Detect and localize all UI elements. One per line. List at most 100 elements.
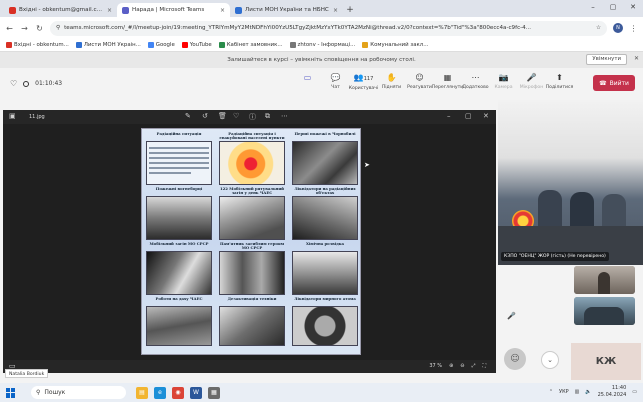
tab-mon[interactable]: Листи МОН України та НБНС × (230, 3, 343, 17)
chevron-up-icon[interactable]: ⌃ (549, 389, 553, 395)
tab-gmail[interactable]: Вхідні - obkentum@gmail.com × (4, 3, 117, 17)
react-button[interactable]: ☺ Реагувати (407, 73, 432, 91)
participant-video[interactable]: КЗПО "ОЕНЦ" ЖОР (гість) (Не перевірено) (498, 100, 643, 265)
maximize-icon[interactable]: ▢ (603, 0, 623, 15)
profile-avatar[interactable]: N (613, 23, 623, 33)
word-icon[interactable]: W (190, 386, 202, 399)
camera-button[interactable]: 📷 Камера (492, 73, 515, 91)
zoom-out-icon[interactable]: ⊖ (460, 363, 464, 369)
favorite-icon[interactable]: ♡ (233, 112, 239, 120)
enable-notifications-button[interactable]: Увімкнути (586, 54, 627, 65)
raise-hand-button[interactable]: ✋ Підняти (380, 73, 403, 91)
fit-icon[interactable]: ⤢ (471, 363, 475, 369)
windows-start-icon[interactable] (6, 387, 16, 398)
image-viewer-statusbar: ▭ 37 % ⊕ ⊖ ⤢ ⛶ (3, 360, 496, 373)
notifications-icon[interactable]: ▭ (632, 389, 637, 395)
photo (292, 196, 358, 240)
bookmark-item[interactable]: Кабінет замовник... (218, 42, 283, 48)
maximize-icon[interactable]: ▢ (465, 112, 472, 120)
url-text: teams.microsoft.com/_#/l/meetup-join/19:… (64, 25, 532, 31)
photo (219, 251, 285, 295)
file-explorer-icon[interactable]: ▤ (136, 386, 148, 399)
people-button[interactable]: 👥117 Користувачі (349, 73, 378, 91)
tab-teams[interactable]: Нарада | Microsoft Teams × (117, 3, 230, 17)
delete-icon[interactable]: 🗑 (218, 112, 227, 120)
address-bar[interactable]: ⚲ teams.microsoft.com/_#/l/meetup-join/1… (50, 20, 607, 36)
photo (292, 251, 358, 295)
photo (219, 306, 285, 346)
new-tab-button[interactable]: + (343, 3, 357, 17)
close-tab-icon[interactable]: × (333, 7, 338, 14)
close-icon[interactable]: ✕ (483, 112, 489, 120)
search-icon: ⚲ (36, 389, 41, 396)
notification-text: Залишайтеся в курсі – увімкніть сповіщен… (227, 57, 416, 63)
menu-icon[interactable]: ⋮ (629, 24, 638, 33)
copy-icon[interactable]: ⧉ (265, 112, 270, 121)
mic-off-icon: 🎤 (526, 73, 537, 82)
mic-button[interactable]: 🎤 Мікрофон (520, 73, 543, 91)
participant-initials-tile[interactable]: КЖ (571, 343, 641, 380)
grid-icon: ▦ (443, 73, 452, 82)
mic-muted-icon: 🎤 (507, 312, 516, 320)
person-figure (538, 190, 562, 226)
edge-icon[interactable]: e (154, 386, 166, 399)
avatar[interactable]: ☺ (504, 348, 526, 370)
more-icon[interactable]: ⋯ (281, 112, 288, 120)
bookmark-item[interactable]: Google (147, 42, 175, 48)
expand-button[interactable]: ⌄ (541, 351, 559, 369)
record-icon (23, 80, 30, 87)
smile-icon: ☺ (415, 73, 424, 82)
view-button[interactable]: ▦ Переглянути (432, 73, 464, 91)
zoom-in-icon[interactable]: ⊕ (449, 363, 453, 369)
forward-icon[interactable]: → (20, 24, 29, 33)
close-icon[interactable]: ✕ (634, 55, 639, 62)
chat-button[interactable]: 💬 Чат (324, 73, 347, 91)
poster-cell: Хімічна розвідка (292, 242, 358, 295)
network-icon[interactable]: ▥ (575, 389, 580, 395)
chrome-icon[interactable]: ◉ (172, 386, 184, 399)
info-icon[interactable]: ⓘ (249, 112, 256, 122)
phone-icon: ☎ (599, 79, 607, 87)
participant-thumbnail[interactable] (574, 297, 635, 325)
person-figure (570, 192, 594, 226)
edit-icon[interactable]: ✎ (185, 112, 191, 120)
volume-icon[interactable]: 🔈 (585, 389, 591, 395)
minimize-icon[interactable]: – (583, 0, 603, 15)
participant-thumbnail[interactable] (574, 266, 635, 294)
meeting-toolbar: ♡ 01:10:43 ▭ 💬 Чат 👥117 Користувачі ✋ Підня… (0, 68, 643, 100)
poster-cell: Ліквідатори на радіаційних об'єктах (292, 187, 358, 240)
bookmark-item[interactable]: zhtonv - Інформаці... (289, 42, 355, 48)
gallery-icon[interactable]: ▣ (9, 112, 16, 120)
reload-icon[interactable]: ↻ (35, 24, 44, 33)
zoom-level: 37 % (429, 363, 443, 369)
bookmark-item[interactable]: Комунальний закл... (362, 42, 428, 48)
meeting-tools: ▭ 💬 Чат 👥117 Користувачі ✋ Підняти ☺ Реагува… (296, 73, 574, 91)
cabinet-icon (218, 42, 225, 48)
taskbar-search[interactable]: ⚲ Пошук (31, 386, 126, 399)
taskbar-apps: ▤ e ◉ W ▦ (136, 386, 220, 399)
zoom-controls: 37 % ⊕ ⊖ ⤢ ⛶ (429, 363, 486, 369)
bookmark-item[interactable]: Вхідні - obkentum... (6, 42, 69, 48)
bookmarks-bar: Вхідні - obkentum... Листи МОН Украін...… (0, 39, 643, 52)
fullscreen-icon[interactable]: ⛶ (482, 363, 486, 369)
taskbar-clock[interactable]: 11:40 25.04.2024 (598, 385, 627, 398)
poster-cell: Радіаційна ситуація і евакуйовані населе… (219, 132, 285, 185)
language-indicator[interactable]: УКР (559, 389, 569, 395)
share-button[interactable]: ⬆ Поділитися (546, 73, 574, 91)
minimize-icon[interactable]: – (447, 112, 451, 120)
back-icon[interactable]: ← (5, 24, 14, 33)
heart-icon[interactable]: ♡ (10, 79, 17, 88)
site-info-icon[interactable]: ⚲ (56, 25, 60, 31)
rotate-icon[interactable]: ↺ (202, 112, 208, 120)
more-button[interactable]: ⋯ Додатково (462, 73, 488, 91)
close-window-icon[interactable]: ✕ (623, 0, 643, 15)
bookmark-item[interactable]: Листи МОН Украін... (75, 42, 141, 48)
store-icon[interactable]: ▦ (208, 386, 220, 399)
close-tab-icon[interactable]: × (220, 7, 225, 14)
bookmark-star-icon[interactable]: ☆ (596, 25, 601, 31)
raise-up-tool[interactable]: ▭ (296, 73, 319, 91)
bookmark-item[interactable]: YouTube (181, 42, 212, 48)
teams-icon (122, 6, 129, 14)
close-tab-icon[interactable]: × (107, 7, 112, 14)
leave-button[interactable]: ☎ Вийти (593, 75, 635, 91)
